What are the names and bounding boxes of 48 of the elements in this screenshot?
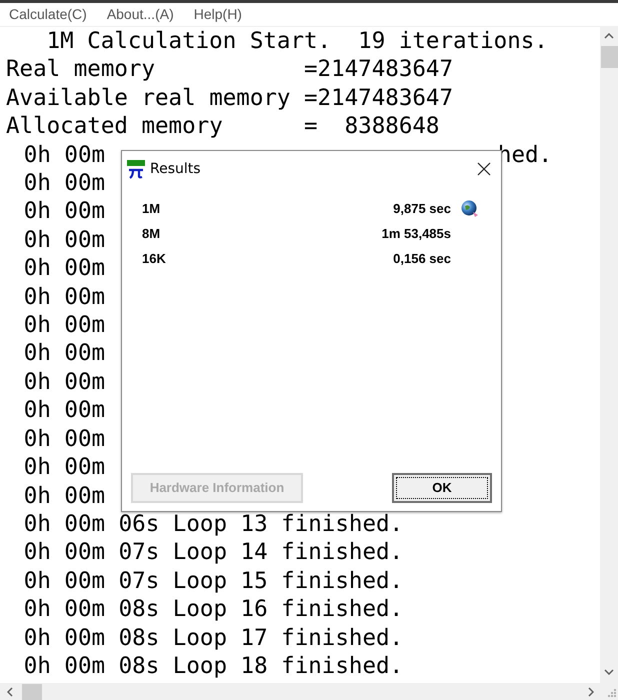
result-label: 8M xyxy=(142,225,162,244)
log-line: 0h 00m xyxy=(24,169,106,198)
memory-label: Allocated memory xyxy=(6,112,224,141)
log-line: 0h 00m 08s Loop 18 finished. xyxy=(24,652,404,680)
log-line: 0h 00m xyxy=(24,453,106,482)
log-header: 1M Calculation Start. 19 iterations. xyxy=(46,27,548,56)
log-line: 0h 00m xyxy=(24,140,106,170)
result-label: 16K xyxy=(142,250,167,268)
close-icon[interactable] xyxy=(477,162,491,176)
log-line: 0h 00m xyxy=(24,197,106,226)
vertical-scrollbar[interactable] xyxy=(600,27,618,683)
memory-value: =2147483647 xyxy=(304,55,454,84)
scroll-thumb[interactable] xyxy=(22,684,42,700)
result-label: 1M xyxy=(142,200,162,218)
log-line: 0h 00m 08s Loop 17 finished. xyxy=(24,624,404,652)
dialog-title: Results xyxy=(150,160,202,178)
log-line: 0h 00m 07s Loop 15 finished. xyxy=(24,566,404,596)
log-line: 0h 00m 07s Loop 14 finished. xyxy=(24,538,404,567)
result-time: 1m 53,485s xyxy=(382,225,451,244)
ok-button[interactable]: OK xyxy=(392,473,492,503)
log-line: 0h 00m 08s Loop 16 finished. xyxy=(24,595,404,624)
menu-item[interactable]: Help(H) xyxy=(194,4,242,25)
menu-item[interactable]: Calculate(C) xyxy=(9,4,87,25)
scroll-down-icon[interactable] xyxy=(604,669,614,675)
scroll-up-icon[interactable] xyxy=(604,33,614,39)
log-line: 0h 00m xyxy=(24,396,106,425)
log-line: 0h 00m xyxy=(24,282,106,312)
result-time: 0,156 sec xyxy=(393,250,451,268)
log-line: 0h 00m xyxy=(24,424,106,454)
memory-value: =2147483647 xyxy=(304,84,454,112)
log-line: 0h 00m 06s Loop 13 finished. xyxy=(24,510,404,538)
result-time: 9,875 sec xyxy=(393,200,451,218)
scroll-left-icon[interactable] xyxy=(7,686,13,696)
memory-label: Real memory xyxy=(6,55,156,84)
memory-value: = 8388648 xyxy=(304,112,440,141)
log-line: 0h 00m xyxy=(24,339,106,368)
log-line: 0h 00m xyxy=(24,226,106,254)
globe-icon xyxy=(461,200,479,218)
log-line: 0h 00m xyxy=(24,311,106,340)
horizontal-scrollbar[interactable] xyxy=(0,683,600,700)
scroll-right-icon[interactable] xyxy=(588,686,594,696)
log-line: 0h 00m xyxy=(24,368,106,396)
log-line: 0h 00m xyxy=(24,254,106,283)
memory-label: Available real memory xyxy=(6,84,292,112)
log-line: 0h 00m xyxy=(24,482,106,510)
app-logo-icon xyxy=(126,159,146,179)
scroll-thumb[interactable] xyxy=(600,46,618,68)
menu-item[interactable]: About...(A) xyxy=(106,4,174,25)
